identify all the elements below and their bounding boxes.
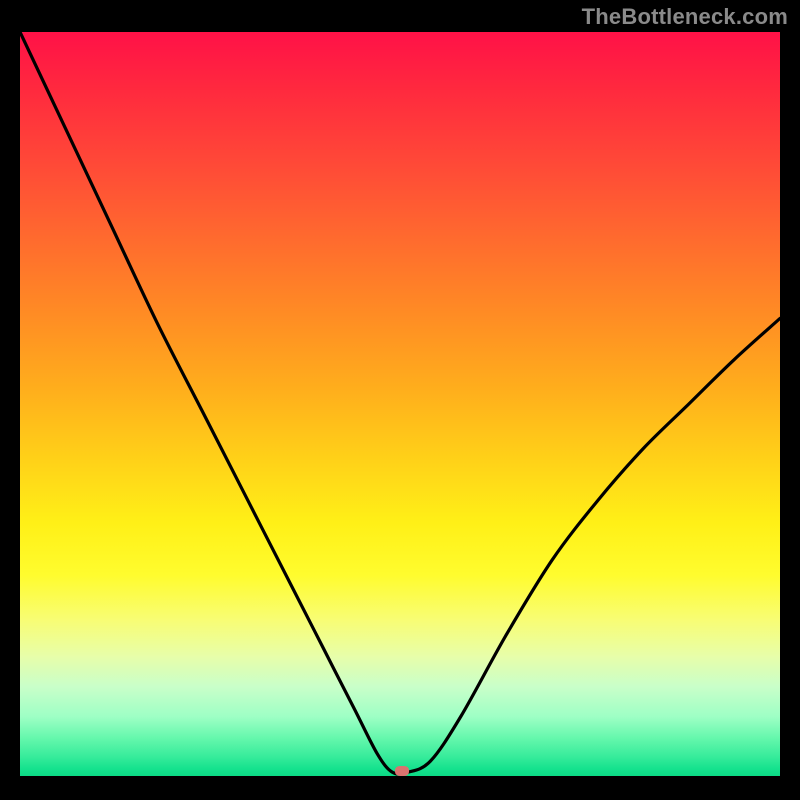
curve-svg (20, 32, 780, 776)
optimal-point-marker (395, 766, 409, 776)
plot-area (20, 32, 780, 776)
chart-stage: TheBottleneck.com (0, 0, 800, 800)
watermark-text: TheBottleneck.com (582, 4, 788, 30)
bottleneck-curve (20, 32, 780, 774)
